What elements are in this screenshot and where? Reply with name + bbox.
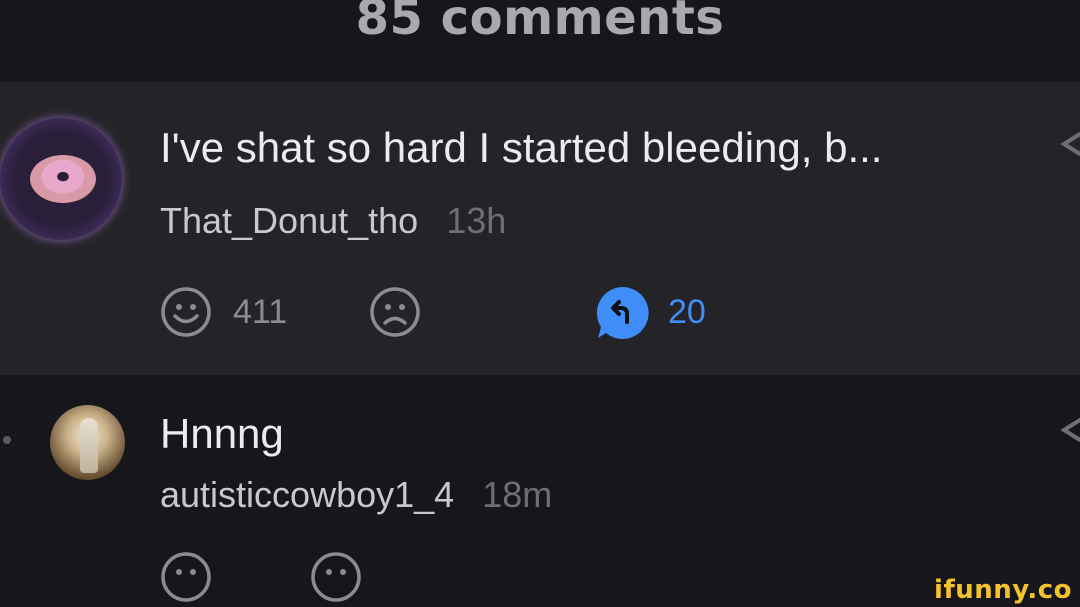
comment-time: 13h	[446, 200, 507, 241]
comment-username[interactable]: autisticcowboy1_4	[160, 474, 454, 515]
comments-header: 85 comments	[0, 0, 1080, 82]
avatar-figure-image	[80, 418, 98, 473]
frown-icon[interactable]	[311, 552, 361, 602]
page-title: 85 comments	[355, 0, 725, 46]
reply-icon[interactable]	[594, 284, 652, 342]
comment-username[interactable]: That_Donut_tho	[160, 200, 418, 241]
reply-count[interactable]: 20	[668, 293, 706, 332]
share-icon[interactable]	[1058, 416, 1080, 446]
frown-icon[interactable]	[370, 287, 420, 337]
smile-icon[interactable]	[161, 552, 211, 602]
comment-text[interactable]: I've shat so hard I started bleeding, b.…	[160, 124, 882, 172]
donut-avatar-image	[30, 155, 96, 203]
thread-indicator-dot	[3, 436, 11, 444]
smile-icon[interactable]	[161, 287, 211, 337]
watermark: ifunny.co	[934, 575, 1072, 605]
comment-text[interactable]: Hnnng	[160, 410, 284, 458]
smile-count: 411	[233, 293, 288, 331]
comment-meta: autisticcowboy1_4 18m	[160, 474, 552, 516]
share-icon[interactable]	[1058, 130, 1080, 160]
comment-time: 18m	[482, 474, 553, 515]
comment-meta: That_Donut_tho 13h	[160, 200, 506, 242]
